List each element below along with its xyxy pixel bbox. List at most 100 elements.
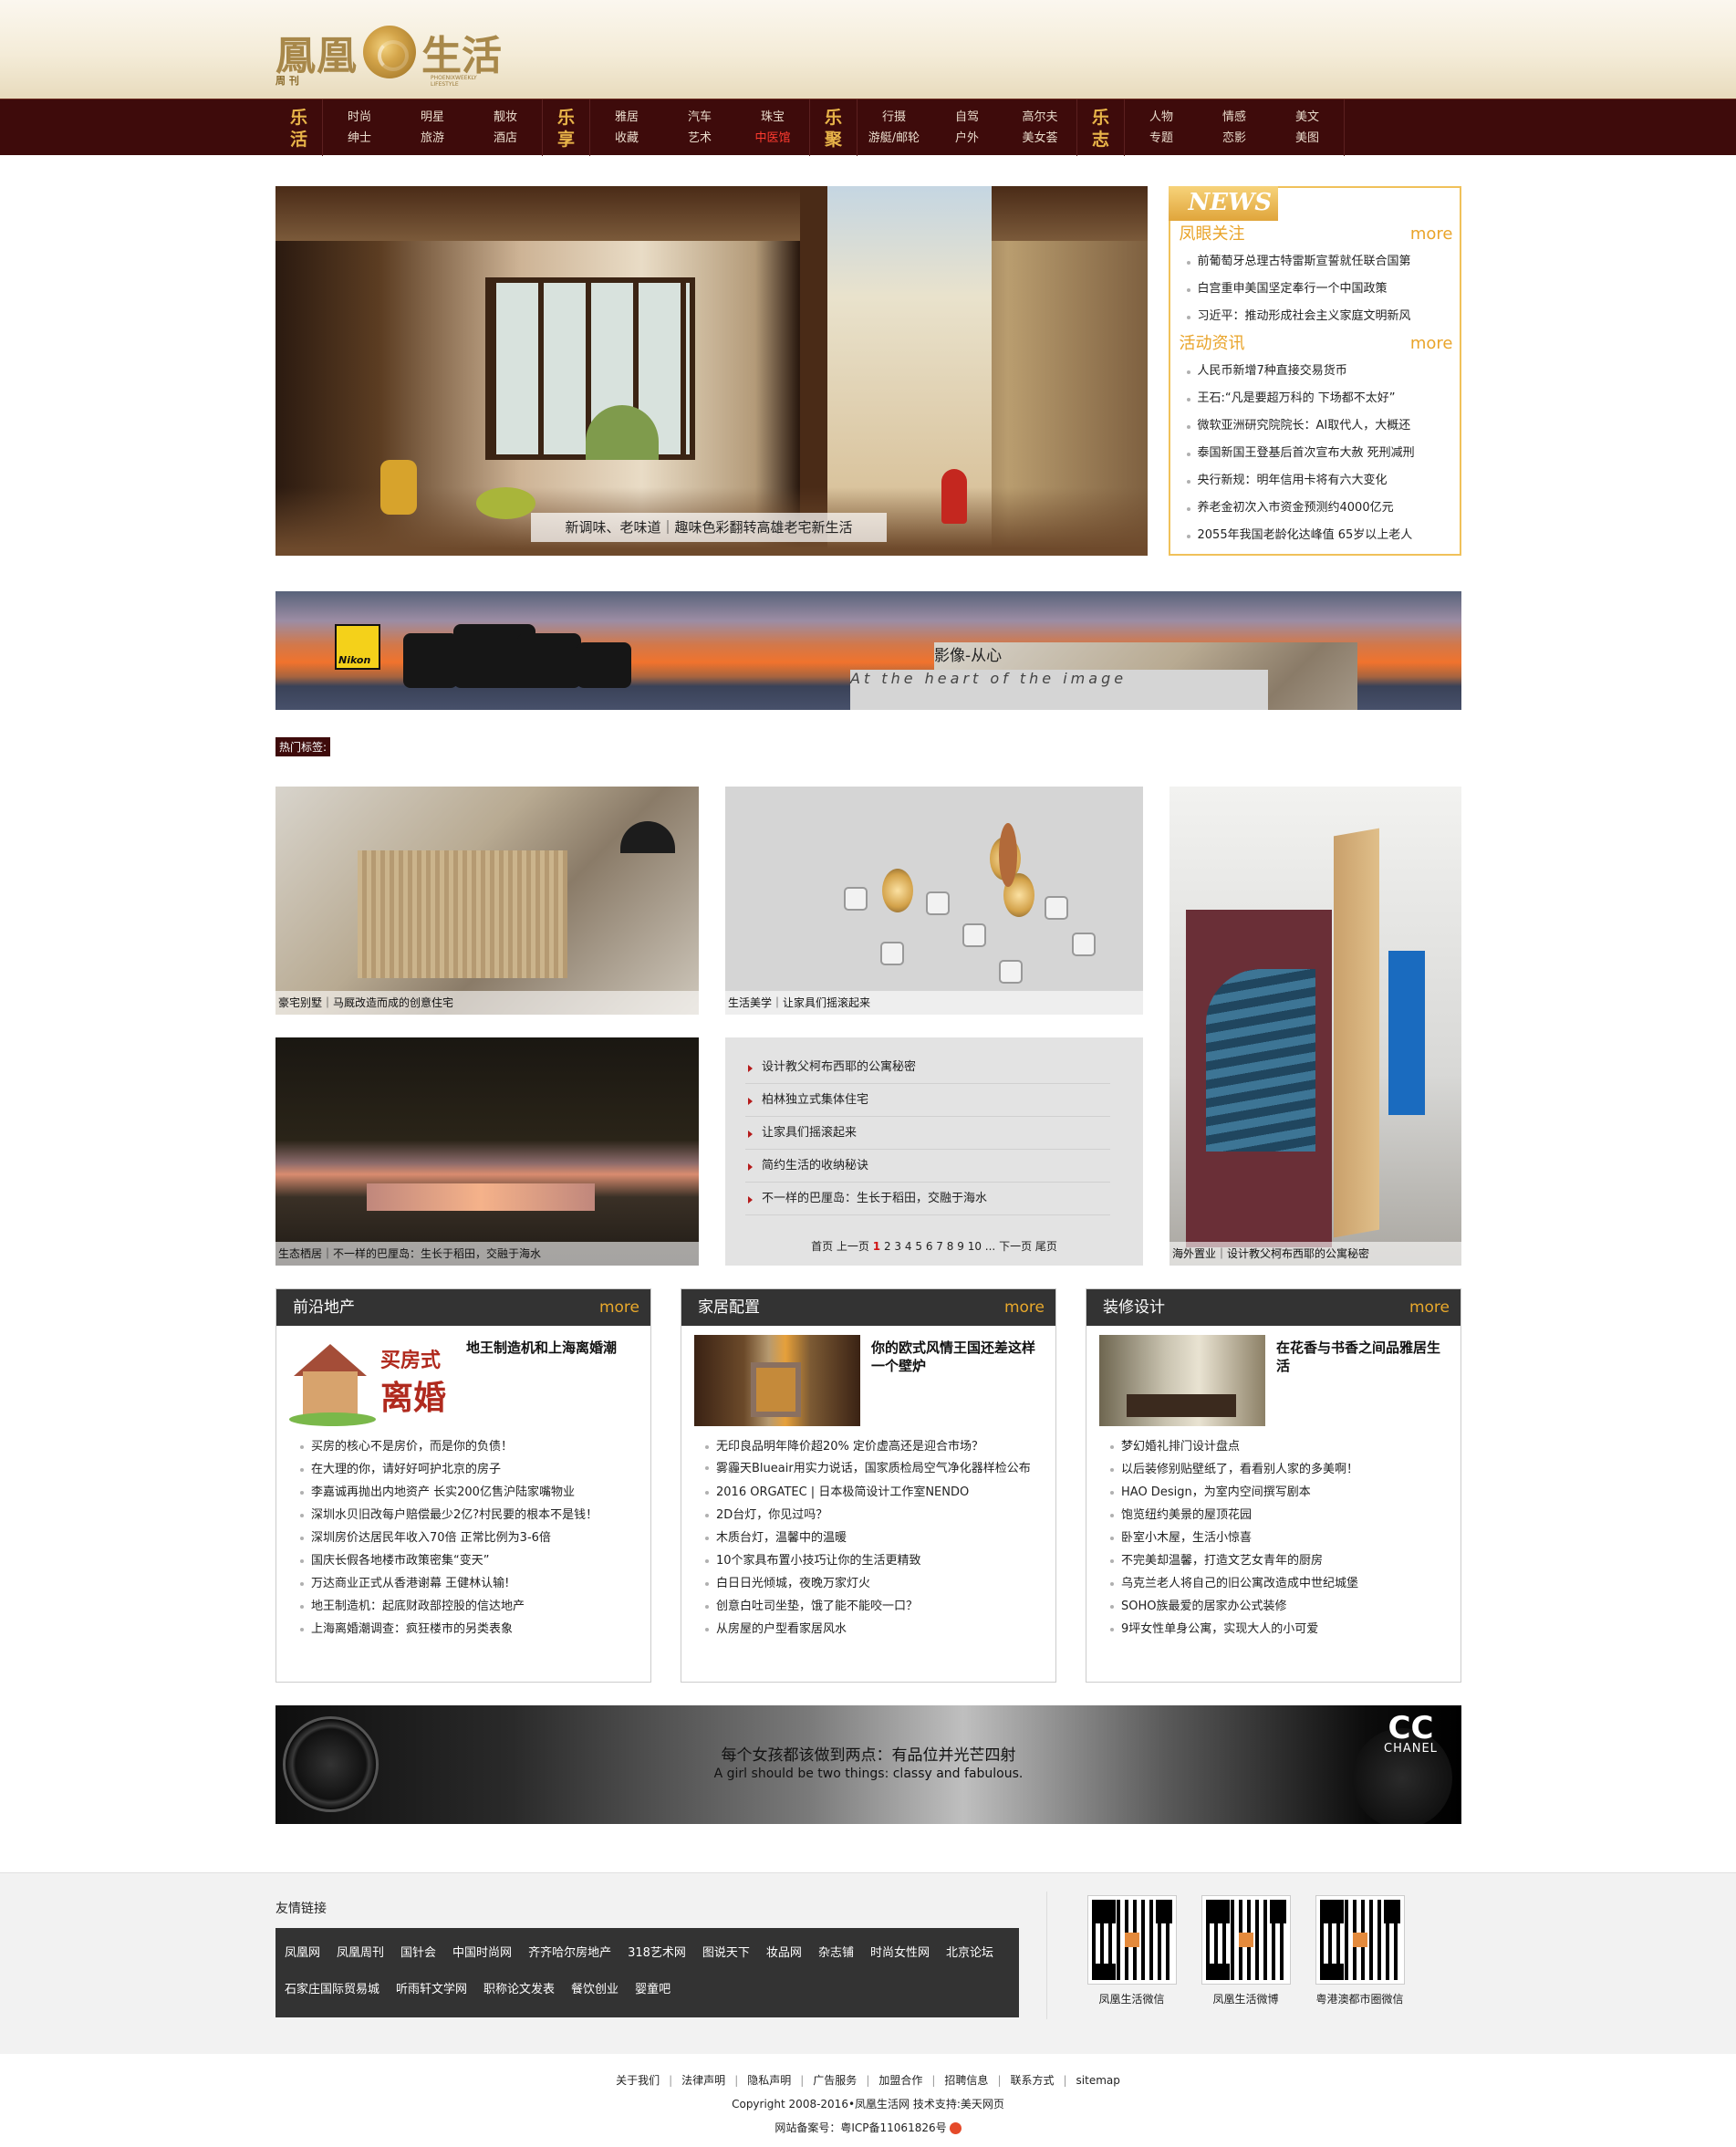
nav-link[interactable]: 美图 xyxy=(1271,128,1344,149)
article-item[interactable]: 让家具们摇滚起来 xyxy=(745,1117,1110,1150)
friend-link[interactable]: 婴童吧 xyxy=(635,1972,670,2008)
qr-item[interactable]: 粤港澳都市圈微信 xyxy=(1303,1892,1417,2019)
pager-page[interactable]: 3 xyxy=(894,1240,901,1253)
featured-title[interactable]: 在花香与书香之间品雅居生活 xyxy=(1276,1335,1448,1426)
friend-link[interactable]: 杂志铺 xyxy=(818,1935,854,1972)
category-more-link[interactable]: more xyxy=(1409,1289,1450,1326)
nav-link[interactable]: 人物 xyxy=(1125,107,1198,128)
news-more-link[interactable]: more xyxy=(1410,330,1453,358)
bottom-link[interactable]: 关于我们 xyxy=(611,2074,664,2087)
news-section-title[interactable]: 活动资讯 xyxy=(1180,330,1245,358)
article-item[interactable]: 柏林独立式集体住宅 xyxy=(745,1084,1110,1117)
news-item[interactable]: 人民币新增7种直接交易货币 xyxy=(1180,358,1453,385)
featured-thumbnail[interactable] xyxy=(694,1335,860,1426)
nav-link[interactable]: 艺术 xyxy=(663,128,736,149)
tile-caption[interactable]: 豪宅别墅｜马厩改造而成的创意住宅 xyxy=(275,991,699,1015)
category-item[interactable]: 2D台灯，你见过吗？ xyxy=(703,1504,1032,1527)
friend-link[interactable]: 图说天下 xyxy=(702,1935,750,1972)
qr-item[interactable]: 凤凰生活微信 xyxy=(1075,1892,1189,2019)
nav-group-title[interactable]: 乐活 xyxy=(275,99,323,156)
site-logo[interactable]: 鳳凰 生活 周 刊 PHOENIXWEEKLY LIFESTYLE xyxy=(275,20,502,88)
pager-page[interactable]: ... xyxy=(985,1240,995,1253)
pager-first[interactable]: 首页 xyxy=(811,1240,833,1253)
category-item[interactable]: 深圳房价达居民年收入70倍 正常比例为3-6倍 xyxy=(298,1527,627,1549)
bottom-link[interactable]: sitemap xyxy=(1072,2074,1125,2087)
featured-thumbnail[interactable]: 买房式 离婚 xyxy=(289,1335,455,1426)
category-item[interactable]: 深圳水贝旧改每户赔偿最少2亿?村民要的根本不是钱！ xyxy=(298,1504,627,1527)
friend-link[interactable]: 318艺术网 xyxy=(628,1935,686,1972)
news-more-link[interactable]: more xyxy=(1410,221,1453,248)
category-item[interactable]: 2016 ORGATEC | 日本极简设计工作室NENDO xyxy=(703,1481,1032,1504)
nav-link[interactable]: 高尔夫 xyxy=(1003,107,1076,128)
nav-link[interactable]: 美文 xyxy=(1271,107,1344,128)
icp-text[interactable]: 网站备案号：粤ICP备11061826号 xyxy=(774,2121,946,2134)
news-section-title[interactable]: 凤眼关注 xyxy=(1180,221,1245,248)
category-box-title[interactable]: 前沿地产 xyxy=(293,1289,355,1326)
tile-caption[interactable]: 生活美学｜让家具们摇滚起来 xyxy=(725,991,1143,1015)
pager-page[interactable]: 5 xyxy=(915,1240,922,1253)
bottom-link[interactable]: 广告服务 xyxy=(808,2074,861,2087)
news-item[interactable]: 白宫重申美国坚定奉行一个中国政策 xyxy=(1180,276,1453,303)
category-item[interactable]: HAO Design，为室内空间撰写剧本 xyxy=(1108,1481,1437,1504)
news-item[interactable]: 王石:“凡是要超万科的 下场都不太好” xyxy=(1180,385,1453,412)
friend-link[interactable]: 北京论坛 xyxy=(946,1935,993,1972)
bottom-link[interactable]: 法律声明 xyxy=(677,2074,730,2087)
photo-tile[interactable]: 生活美学｜让家具们摇滚起来 xyxy=(725,787,1143,1015)
category-item[interactable]: 李嘉诚再抛出内地资产 长实200亿售沪陆家嘴物业 xyxy=(298,1481,627,1504)
bottom-link[interactable]: 隐私声明 xyxy=(743,2074,795,2087)
nav-link[interactable]: 酒店 xyxy=(469,128,542,149)
news-item[interactable]: 泰国新国王登基后首次宣布大赦 死刑减刑 xyxy=(1180,440,1453,467)
featured-thumbnail[interactable] xyxy=(1099,1335,1265,1426)
nav-group-title[interactable]: 乐享 xyxy=(543,99,590,156)
news-item[interactable]: 前葡萄牙总理古特雷斯宣誓就任联合国第 xyxy=(1180,248,1453,276)
friend-link[interactable]: 石家庄国际贸易城 xyxy=(285,1972,379,2008)
featured-article[interactable]: 在花香与书香之间品雅居生活 xyxy=(1099,1326,1448,1426)
nav-link[interactable]: 美女荟 xyxy=(1003,128,1076,149)
category-item[interactable]: 无印良品明年降价超20% 定价虚高还是迎合市场？ xyxy=(703,1435,1032,1458)
pager-page[interactable]: 8 xyxy=(947,1240,954,1253)
friend-link[interactable]: 餐饮创业 xyxy=(571,1972,619,2008)
pager-page[interactable]: 2 xyxy=(884,1240,891,1253)
nav-group-title[interactable]: 乐聚 xyxy=(810,99,858,156)
news-item[interactable]: 央行新规：明年信用卡将有六大变化 xyxy=(1180,467,1453,495)
nav-link[interactable]: 雅居 xyxy=(590,107,663,128)
article-item[interactable]: 不一样的巴厘岛：生长于稻田，交融于海水 xyxy=(745,1183,1110,1215)
category-more-link[interactable]: more xyxy=(599,1289,639,1326)
article-item[interactable]: 设计教父柯布西耶的公寓秘密 xyxy=(745,1051,1110,1084)
nav-link[interactable]: 自驾 xyxy=(930,107,1003,128)
category-item[interactable]: 雾霾天Blueair用实力说话，国家质检局空气净化器样检公布 xyxy=(703,1458,1032,1481)
pager-page[interactable]: 6 xyxy=(926,1240,933,1253)
article-item[interactable]: 简约生活的收纳秘诀 xyxy=(745,1150,1110,1183)
featured-article[interactable]: 你的欧式风情王国还差这样一个壁炉 xyxy=(694,1326,1043,1426)
category-item[interactable]: 10个家具布置小技巧让你的生活更精致 xyxy=(703,1549,1032,1572)
category-item[interactable]: 从房屋的户型看家居风水 xyxy=(703,1618,1032,1641)
category-item[interactable]: 上海离婚潮调查：疯狂楼市的另类表象 xyxy=(298,1618,627,1641)
friend-link[interactable]: 职称论文发表 xyxy=(483,1972,555,2008)
pager-page[interactable]: 7 xyxy=(936,1240,943,1253)
category-item[interactable]: 在大理的你，请好好呵护北京的房子 xyxy=(298,1458,627,1481)
friend-link[interactable]: 凤凰网 xyxy=(285,1935,320,1972)
qr-item[interactable]: 凤凰生活微博 xyxy=(1189,1892,1303,2019)
friend-link[interactable]: 时尚女性网 xyxy=(870,1935,930,1972)
friend-link[interactable]: 国针会 xyxy=(400,1935,436,1972)
nav-link[interactable]: 收藏 xyxy=(590,128,663,149)
nav-link[interactable]: 恋影 xyxy=(1198,128,1271,149)
category-item[interactable]: 白日日光倾城，夜晚万家灯火 xyxy=(703,1572,1032,1595)
photo-tile[interactable]: 豪宅别墅｜马厩改造而成的创意住宅 xyxy=(275,787,699,1015)
category-item[interactable]: SOHO族最爱的居家办公式装修 xyxy=(1108,1595,1437,1618)
tile-caption[interactable]: 海外置业｜设计教父柯布西耶的公寓秘密 xyxy=(1169,1242,1461,1266)
bottom-link[interactable]: 加盟合作 xyxy=(874,2074,927,2087)
nav-link[interactable]: 明星 xyxy=(396,107,469,128)
friend-link[interactable]: 妆品网 xyxy=(766,1935,802,1972)
nav-link[interactable]: 专题 xyxy=(1125,128,1198,149)
nikon-ad-banner[interactable]: Nikon 影像-从心 At the heart of the image xyxy=(275,591,1461,710)
pager-prev[interactable]: 上一页 xyxy=(837,1240,869,1253)
category-item[interactable]: 创意白吐司坐垫，饿了能不能咬一口？ xyxy=(703,1595,1032,1618)
nav-link[interactable]: 绅士 xyxy=(323,128,396,149)
category-item[interactable]: 不完美却温馨，打造文艺女青年的厨房 xyxy=(1108,1549,1437,1572)
category-item[interactable]: 饱览纽约美景的屋顶花园 xyxy=(1108,1504,1437,1527)
pager-last[interactable]: 尾页 xyxy=(1035,1240,1057,1253)
nav-link[interactable]: 靓妆 xyxy=(469,107,542,128)
pager-page[interactable]: 10 xyxy=(968,1240,982,1253)
friend-link[interactable]: 凤凰周刊 xyxy=(337,1935,384,1972)
